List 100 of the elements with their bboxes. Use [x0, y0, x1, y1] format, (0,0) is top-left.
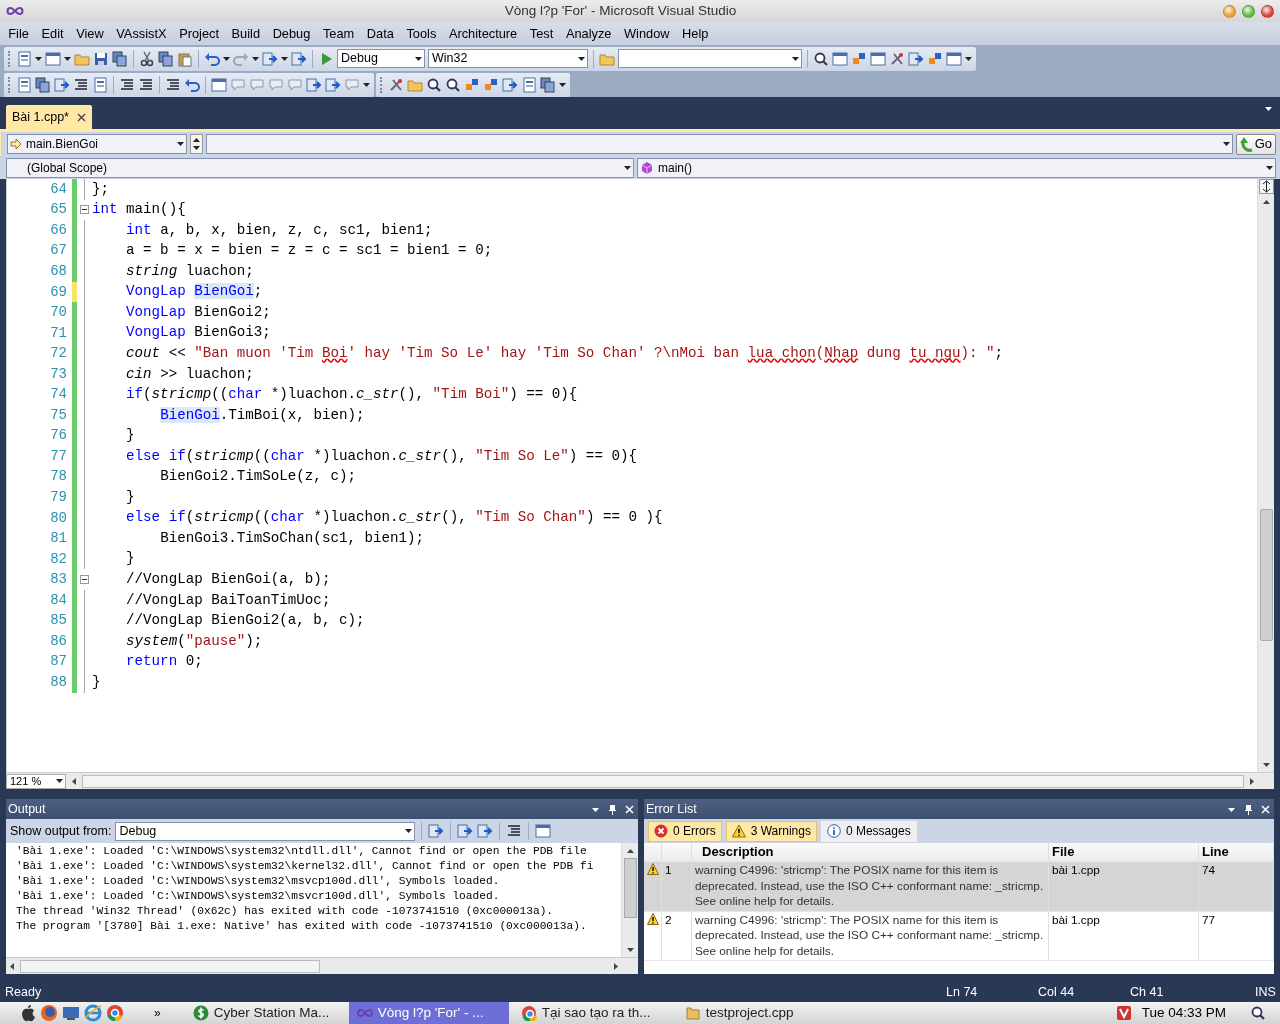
window-icon[interactable] — [535, 823, 552, 839]
menu-item[interactable]: Team — [316, 23, 361, 44]
arrow-icon[interactable] — [477, 823, 494, 839]
v-logo-icon[interactable] — [1115, 1005, 1132, 1021]
caret-icon[interactable] — [64, 56, 71, 61]
collapse-icon[interactable] — [80, 575, 89, 585]
overflow-chevron[interactable]: » — [154, 1004, 161, 1022]
menu-item[interactable]: Tools — [400, 23, 443, 44]
menu-item[interactable]: Edit — [35, 23, 70, 44]
lines-icon[interactable] — [506, 823, 523, 839]
menu-item[interactable]: Analyze — [559, 23, 618, 44]
menu-item[interactable]: Project — [172, 23, 226, 44]
magnifier-icon[interactable] — [813, 50, 829, 67]
document-icon[interactable] — [521, 76, 537, 93]
lines-icon[interactable] — [165, 76, 181, 93]
taskbar-button[interactable]: testproject.cpp — [676, 1002, 802, 1024]
menu-item[interactable]: VAssistX — [110, 23, 173, 44]
output-source-dropdown[interactable]: Debug — [115, 821, 416, 841]
pages-icon[interactable] — [112, 50, 128, 67]
split-icon[interactable] — [1258, 179, 1274, 194]
document-icon[interactable] — [16, 50, 32, 67]
caret-icon[interactable] — [363, 82, 370, 87]
window-icon[interactable] — [870, 50, 886, 67]
arrow-icon[interactable] — [502, 76, 518, 93]
pages-icon[interactable] — [540, 76, 556, 93]
menu-item[interactable]: Build — [225, 23, 267, 44]
scissors-icon[interactable] — [139, 50, 155, 67]
menu-item[interactable]: Window — [617, 23, 676, 44]
window-icon[interactable] — [45, 50, 61, 67]
arrow-icon[interactable] — [54, 76, 70, 93]
e-logo-icon[interactable] — [84, 1004, 102, 1022]
document-icon[interactable] — [92, 76, 108, 93]
clipboard-icon[interactable] — [177, 50, 193, 67]
floppy-icon[interactable] — [93, 50, 109, 67]
close-icon[interactable] — [77, 112, 86, 122]
menu-item[interactable]: View — [69, 23, 110, 44]
taskbar-button[interactable]: Cyber Station Ma... — [184, 1002, 345, 1024]
apple-icon[interactable] — [20, 1004, 36, 1022]
magnifier-icon[interactable] — [445, 76, 461, 93]
squares-icon[interactable] — [483, 76, 499, 93]
arrow-icon[interactable] — [262, 50, 278, 67]
squares-icon[interactable] — [851, 50, 867, 67]
pages-icon[interactable] — [158, 50, 174, 67]
caret-icon[interactable] — [35, 56, 42, 61]
lines-icon[interactable] — [73, 76, 89, 93]
caret-icon[interactable] — [1265, 107, 1272, 111]
arrow-icon[interactable] — [306, 76, 322, 93]
zoom-dropdown[interactable]: 121 % — [6, 773, 66, 789]
collapse-icon[interactable] — [80, 205, 89, 215]
member-dropdown[interactable]: main.BienGoi — [7, 134, 187, 154]
lines-icon[interactable] — [119, 76, 135, 93]
menu-item[interactable]: Debug — [266, 23, 317, 44]
filter-button[interactable]: 3 Warnings — [725, 820, 817, 842]
caret-icon[interactable] — [281, 56, 288, 61]
arrow-icon[interactable] — [908, 50, 924, 67]
document-tab[interactable]: Bài 1.cpp* — [6, 105, 92, 129]
scroll-thumb[interactable] — [1259, 509, 1273, 641]
caret-icon[interactable] — [965, 56, 972, 61]
globe-icon[interactable] — [40, 1004, 58, 1022]
horizontal-scrollbar[interactable] — [82, 774, 1244, 788]
maximize-button[interactable] — [1242, 4, 1255, 18]
caret-icon[interactable] — [252, 56, 259, 61]
search-dropdown[interactable] — [618, 49, 802, 68]
go-button[interactable]: Go — [1235, 133, 1276, 155]
horizontal-scrollbar[interactable] — [6, 957, 638, 974]
error-row[interactable]: 1 warning C4996: 'stricmp': The POSIX name for this item is deprecated. Instead, use the ISO C++ conformant name: _stricmp. See online help for details. bài 1.cpp 74 — [644, 862, 1274, 912]
vertical-scrollbar[interactable] — [1257, 179, 1274, 772]
lines-icon[interactable] — [138, 76, 154, 93]
window-icon[interactable] — [211, 76, 227, 93]
error-row[interactable]: 2 warning C4996: 'stricmp': The POSIX name for this item is deprecated. Instead, use the ISO C++ conformant name: _stricmp. See online help for details. bài 1.cpp 77 — [644, 911, 1274, 961]
pin-icon[interactable] — [608, 803, 617, 815]
squares-icon[interactable] — [927, 50, 943, 67]
taskbar-button[interactable]: Vòng l?p 'For' - ... — [348, 1002, 509, 1024]
close-button[interactable] — [1261, 4, 1274, 18]
menu-item[interactable]: Data — [360, 23, 401, 44]
taskbar-button[interactable]: Tại sao tạo ra th... — [512, 1002, 673, 1024]
menu-item[interactable]: Help — [675, 23, 715, 44]
function-scope-dropdown[interactable]: main() — [637, 157, 1276, 178]
arrow-icon[interactable] — [457, 823, 474, 839]
filter-button[interactable]: 0 Errors — [648, 820, 722, 842]
window-icon[interactable] — [832, 50, 848, 67]
filter-button[interactable]: 0 Messages — [820, 820, 917, 842]
circle-logo-icon[interactable] — [106, 1004, 124, 1022]
magnifier-icon[interactable] — [426, 76, 442, 93]
document-icon[interactable] — [16, 76, 32, 93]
configuration-dropdown[interactable]: Debug — [337, 49, 425, 68]
squares-icon[interactable] — [464, 76, 480, 93]
window-icon[interactable] — [946, 50, 962, 67]
menu-item[interactable]: Test — [523, 23, 560, 44]
search-icon[interactable] — [1250, 1005, 1266, 1021]
caret-icon[interactable] — [559, 82, 566, 87]
pin-icon[interactable] — [1244, 803, 1253, 815]
vertical-scrollbar[interactable] — [621, 843, 638, 957]
menu-item[interactable]: Architecture — [442, 23, 524, 44]
pages-icon[interactable] — [35, 76, 51, 93]
arrow-icon[interactable] — [325, 76, 341, 93]
arrow-icon[interactable] — [291, 50, 307, 67]
monitor-icon[interactable] — [62, 1004, 80, 1022]
platform-dropdown[interactable]: Win32 — [428, 49, 588, 68]
spinner-icon[interactable] — [190, 134, 203, 154]
